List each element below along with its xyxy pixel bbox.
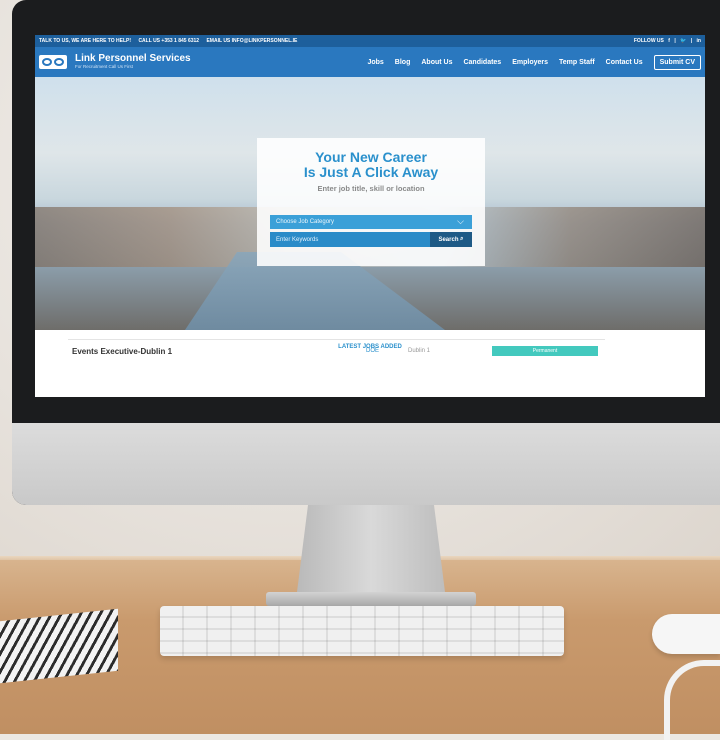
divider: | xyxy=(690,38,693,44)
brand-tagline: For Recruitment Call Us First xyxy=(75,64,134,69)
search-card: Your New Career Is Just A Click Away Ent… xyxy=(257,138,485,266)
social-links: FOLLOW US f | 🐦 | in xyxy=(631,38,701,44)
keywords-input[interactable]: Enter Keywords xyxy=(270,232,430,247)
contact-info: TALK TO US, WE ARE HERE TO HELP! CALL US… xyxy=(39,38,303,44)
nav-item-about-us[interactable]: About Us xyxy=(421,59,452,66)
monitor-stand xyxy=(296,505,446,600)
site-logo[interactable]: Link Personnel Services For Recruitment … xyxy=(39,54,191,70)
search-icon: ⌕ xyxy=(458,236,464,242)
brand-name: Link Personnel Services xyxy=(75,53,191,64)
keyboard xyxy=(160,606,564,656)
nav-item-candidates[interactable]: Candidates xyxy=(463,59,501,66)
submit-cv-button[interactable]: Submit CV xyxy=(653,54,701,70)
monitor-stand-base xyxy=(266,592,476,606)
nav-item-contact-us[interactable]: Contact Us xyxy=(606,59,643,66)
nav-item-employers[interactable]: Employers xyxy=(512,59,548,66)
facebook-icon[interactable]: f xyxy=(668,38,670,44)
book-object xyxy=(0,608,118,684)
job-category-select[interactable]: Choose Job Category ⌵ xyxy=(270,215,472,229)
follow-us-label: FOLLOW US xyxy=(633,38,664,44)
job-title[interactable]: Events Executive-Dublin 1 xyxy=(68,347,366,356)
nav-item-temp-staff[interactable]: Temp Staff xyxy=(559,59,595,66)
nav-item-blog[interactable]: Blog xyxy=(395,59,411,66)
job-type-badge: Permanent xyxy=(492,346,598,356)
top-contact-bar: TALK TO US, WE ARE HERE TO HELP! CALL US… xyxy=(35,35,705,47)
logo-icon xyxy=(39,55,67,69)
job-location: Dublin 1 xyxy=(408,348,431,354)
job-listing-row[interactable]: Events Executive-Dublin 1 DOE Dublin 1 P… xyxy=(68,339,605,362)
nav-menu: Jobs Blog About Us Candidates Employers … xyxy=(356,54,701,70)
monitor-chin xyxy=(12,423,720,505)
hero-title: Your New Career Is Just A Click Away xyxy=(257,150,485,180)
chevron-down-icon: ⌵ xyxy=(457,216,464,226)
hero-subtitle: Enter job title, skill or location xyxy=(317,184,425,193)
search-button-label: Search xyxy=(438,236,459,243)
hero-banner: Your New Career Is Just A Click Away Ent… xyxy=(35,77,705,330)
main-navbar: Link Personnel Services For Recruitment … xyxy=(35,47,705,77)
divider: | xyxy=(674,38,676,44)
nav-item-jobs[interactable]: Jobs xyxy=(367,59,383,66)
job-category-placeholder: Choose Job Category xyxy=(276,219,335,225)
job-salary: DOE xyxy=(366,348,380,354)
hero-title-line2: Is Just A Click Away xyxy=(303,164,439,180)
call-link[interactable]: CALL US +353 1 845 6312 xyxy=(138,38,199,44)
linkedin-icon[interactable]: in xyxy=(697,38,701,44)
email-link[interactable]: EMAIL US INFO@LINKPERSONNEL.IE xyxy=(206,38,297,44)
talk-text: TALK TO US, WE ARE HERE TO HELP! xyxy=(39,38,132,44)
twitter-icon[interactable]: 🐦 xyxy=(680,38,686,44)
search-button[interactable]: Search ⌕ xyxy=(430,232,472,247)
hero-title-line1: Your New Career xyxy=(315,149,427,165)
mouse xyxy=(652,614,720,654)
